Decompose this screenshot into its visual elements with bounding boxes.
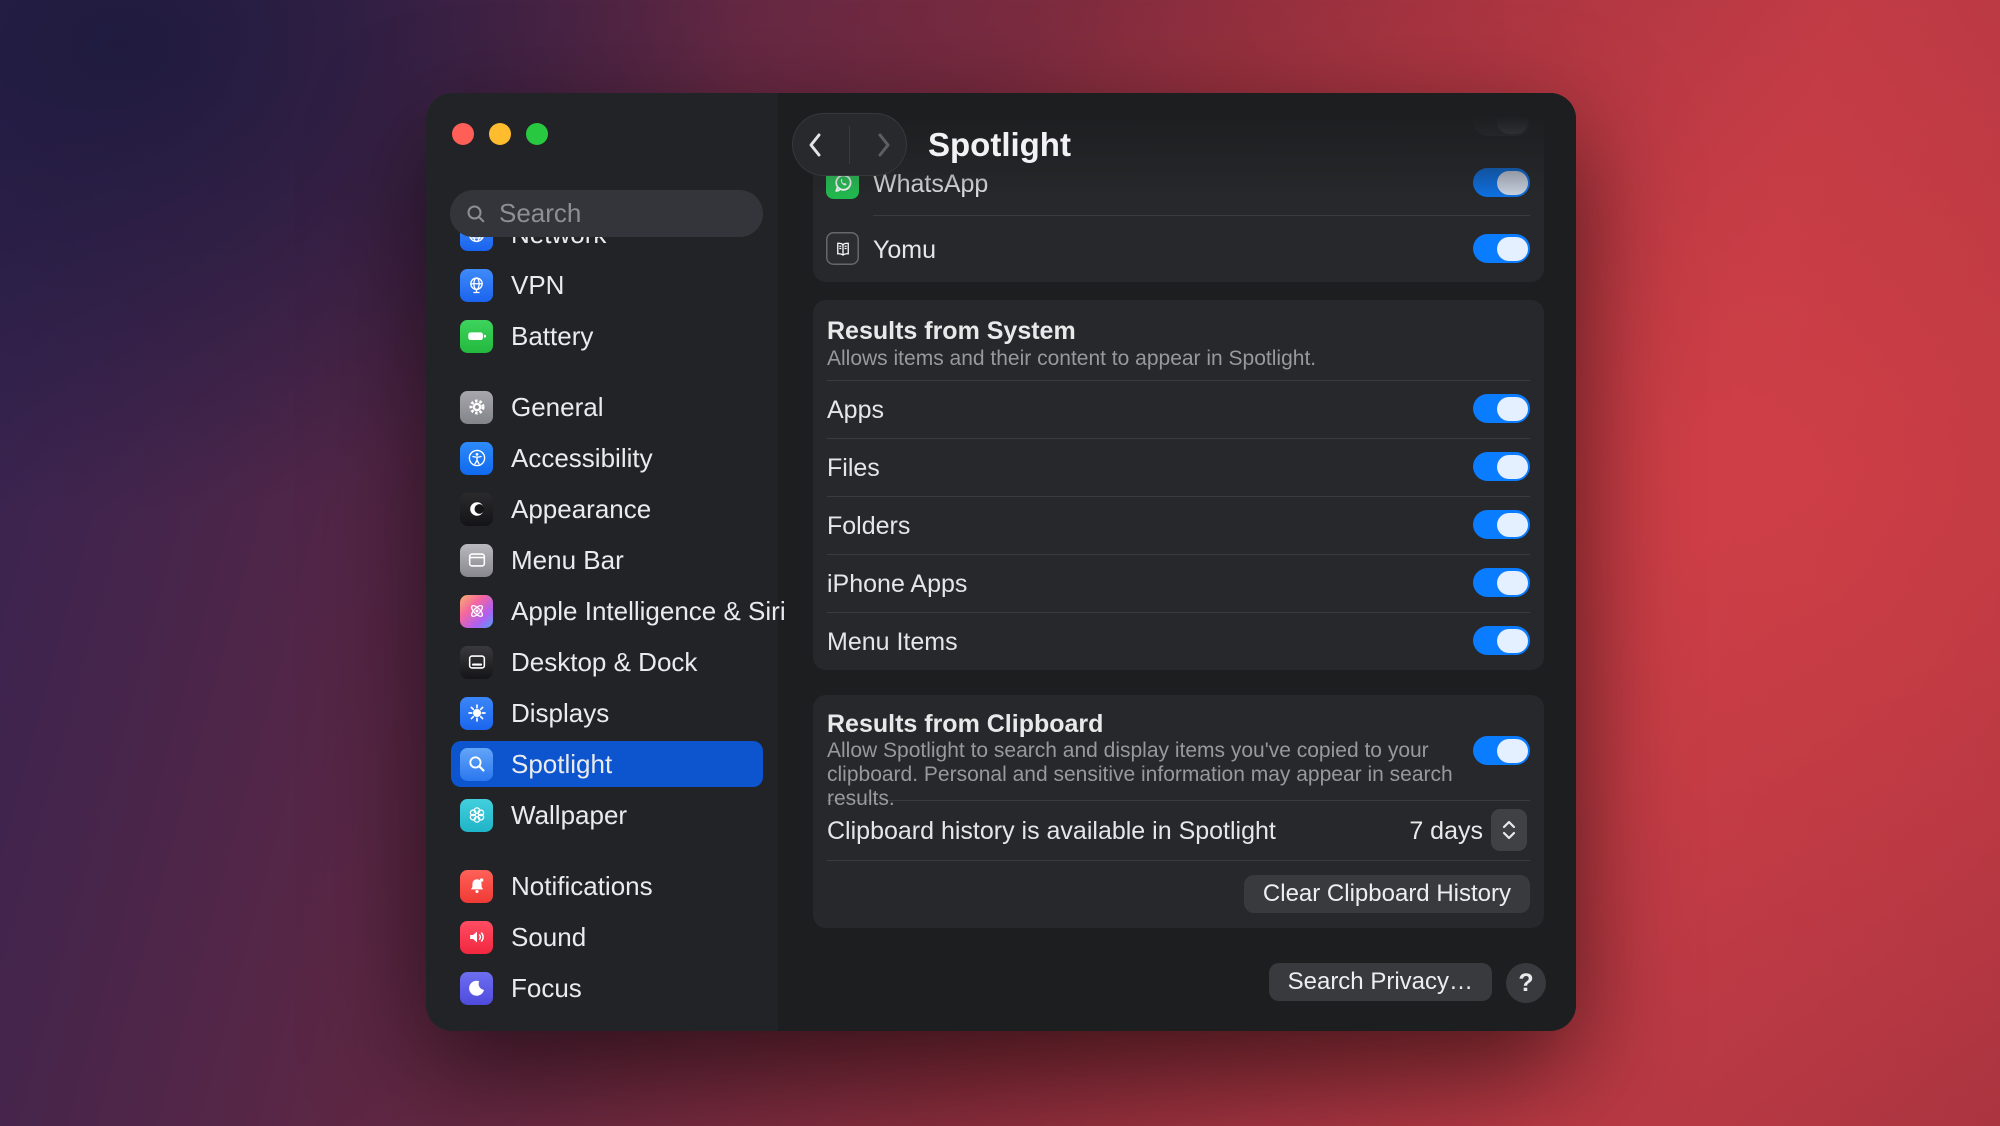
clear-clipboard-history-button[interactable]: Clear Clipboard History [1244, 875, 1530, 913]
sidebar-item-label: Desktop & Dock [511, 647, 697, 678]
sidebar-item-label: Spotlight [511, 749, 612, 780]
clipboard-history-value: 7 days [1409, 817, 1483, 846]
clipboard-toggle[interactable] [1473, 736, 1530, 765]
sidebar-item-label: Accessibility [511, 443, 653, 474]
stepper-control[interactable] [1491, 809, 1527, 851]
apps-toggle[interactable] [1473, 394, 1530, 423]
sidebar-search-field[interactable] [450, 190, 763, 237]
sidebar-item-displays[interactable]: Displays [451, 690, 763, 736]
close-button[interactable] [452, 123, 474, 145]
sidebar-item-label: Appearance [511, 494, 651, 525]
section-heading: Results from Clipboard [827, 710, 1103, 739]
sidebar-item-label: General [511, 392, 604, 423]
system-row-label: Folders [827, 512, 910, 541]
files-toggle[interactable] [1473, 452, 1530, 481]
search-icon [464, 202, 488, 226]
row-divider [827, 496, 1530, 497]
sidebar-item-wallpaper[interactable]: Wallpaper [451, 792, 763, 838]
sidebar-item-notifications[interactable]: Notifications [451, 863, 763, 909]
focus-icon [460, 972, 493, 1005]
sidebar-item-sound[interactable]: Sound [451, 914, 763, 960]
sidebar-item-label: Apple Intelligence & Siri [511, 596, 786, 627]
clipboard-history-label: Clipboard history is available in Spotli… [827, 817, 1276, 846]
row-divider [873, 215, 1530, 216]
zoom-button[interactable] [526, 123, 548, 145]
accessibility-icon [460, 442, 493, 475]
navigation-pill [792, 113, 907, 176]
yomu-icon [826, 232, 859, 265]
results-from-clipboard-card: Results from Clipboard Allow Spotlight t… [813, 695, 1544, 928]
menu-bar-icon [460, 544, 493, 577]
app-results-card: WhatsApp Yomu [813, 103, 1544, 282]
sidebar-item-focus[interactable]: Focus [451, 965, 763, 1011]
spotlight-icon [460, 748, 493, 781]
notifications-icon [460, 870, 493, 903]
yomu-toggle[interactable] [1473, 234, 1530, 263]
section-heading: Results from System [827, 317, 1076, 346]
desktop-dock-icon [460, 646, 493, 679]
gear-icon [460, 391, 493, 424]
iphone-apps-toggle[interactable] [1473, 568, 1530, 597]
sound-icon [460, 921, 493, 954]
back-button[interactable] [804, 129, 826, 161]
scrolled-row-toggle[interactable] [1473, 107, 1530, 136]
appearance-icon [460, 493, 493, 526]
help-button[interactable]: ? [1506, 963, 1546, 1003]
row-divider [827, 438, 1530, 439]
forward-button[interactable] [873, 129, 895, 161]
sidebar-item-label: Wallpaper [511, 800, 627, 831]
section-description: Allows items and their content to appear… [827, 347, 1316, 371]
row-divider [827, 380, 1530, 381]
sidebar-item-label: Sound [511, 922, 586, 953]
system-settings-window: Network VPN Battery General Accessibilit… [426, 93, 1576, 1031]
sidebar-item-label: VPN [511, 270, 564, 301]
sidebar-item-label: Menu Bar [511, 545, 624, 576]
sidebar-item-battery[interactable]: Battery [451, 313, 763, 359]
sidebar-item-label: Displays [511, 698, 609, 729]
app-row-label: WhatsApp [873, 170, 988, 199]
sidebar-item-appearance[interactable]: Appearance [451, 486, 763, 532]
search-privacy-button[interactable]: Search Privacy… [1269, 963, 1492, 1001]
results-from-system-card: Results from System Allows items and the… [813, 300, 1544, 670]
wallpaper-icon [460, 799, 493, 832]
sidebar: Network VPN Battery General Accessibilit… [426, 93, 779, 1031]
system-row-label: Files [827, 454, 880, 483]
sidebar-item-label: Notifications [511, 871, 653, 902]
page-title: Spotlight [928, 126, 1071, 164]
sidebar-item-apple-intelligence[interactable]: Apple Intelligence & Siri [451, 588, 763, 634]
whatsapp-toggle[interactable] [1473, 168, 1530, 197]
row-divider [827, 612, 1530, 613]
system-row-label: iPhone Apps [827, 570, 967, 599]
sidebar-item-desktop-dock[interactable]: Desktop & Dock [451, 639, 763, 685]
folders-toggle[interactable] [1473, 510, 1530, 539]
nav-divider [849, 126, 850, 164]
system-row-label: Apps [827, 396, 884, 425]
stepper-chevrons-icon [1499, 817, 1519, 843]
sidebar-item-vpn[interactable]: VPN [451, 262, 763, 308]
main-content: WhatsApp Yomu Results from System Allows… [778, 93, 1576, 1031]
row-divider [827, 860, 1530, 861]
search-input[interactable] [497, 197, 731, 230]
sidebar-item-spotlight[interactable]: Spotlight [451, 741, 763, 787]
apple-intelligence-icon [460, 595, 493, 628]
sidebar-item-label: Focus [511, 973, 582, 1004]
app-row-label: Yomu [873, 236, 936, 265]
vpn-icon [460, 269, 493, 302]
displays-icon [460, 697, 493, 730]
minimize-button[interactable] [489, 123, 511, 145]
sidebar-item-accessibility[interactable]: Accessibility [451, 435, 763, 481]
sidebar-item-label: Battery [511, 321, 593, 352]
battery-icon [460, 320, 493, 353]
system-row-label: Menu Items [827, 628, 958, 657]
row-divider [827, 800, 1530, 801]
menu-items-toggle[interactable] [1473, 626, 1530, 655]
sidebar-item-general[interactable]: General [451, 384, 763, 430]
row-divider [827, 554, 1530, 555]
sidebar-item-menu-bar[interactable]: Menu Bar [451, 537, 763, 583]
